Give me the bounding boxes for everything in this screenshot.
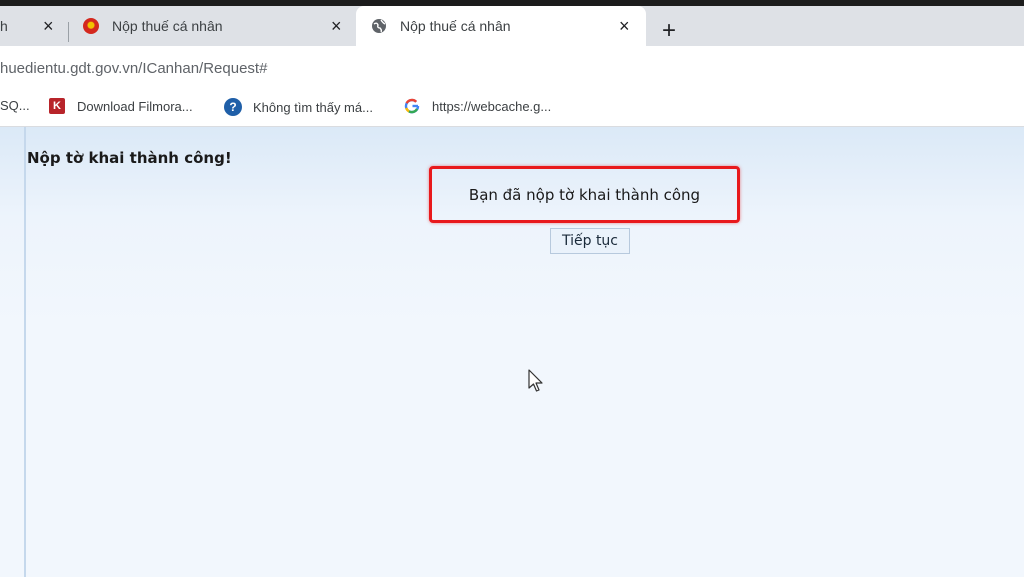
- close-icon[interactable]: ×: [43, 17, 54, 35]
- tab-previous[interactable]: h ×: [0, 6, 68, 46]
- globe-icon: [371, 18, 387, 37]
- tab-label: Nộp thuế cá nhân: [400, 18, 511, 34]
- help-circle-icon: ?: [224, 98, 242, 116]
- bookmark-label: SQ...: [0, 98, 30, 113]
- url-text[interactable]: huedientu.gdt.gov.vn/ICanhan/Request#: [0, 60, 267, 77]
- tab-nop-thue-1[interactable]: Nộp thuế cá nhân ×: [72, 6, 354, 46]
- bookmark-download-filmora[interactable]: K Download Filmora...: [49, 98, 193, 114]
- page-content: Nộp tờ khai thành công! Bạn đã nộp tờ kh…: [0, 127, 1024, 577]
- tax-emblem-icon: [83, 18, 99, 34]
- bookmark-label: Download Filmora...: [77, 98, 193, 114]
- close-icon[interactable]: ×: [619, 17, 630, 35]
- tab-label: Nộp thuế cá nhân: [112, 18, 223, 34]
- address-bar[interactable]: huedientu.gdt.gov.vn/ICanhan/Request#: [0, 46, 1024, 90]
- continue-button[interactable]: Tiếp tục: [550, 228, 630, 254]
- bookmarks-bar: SQ... K Download Filmora... ? Không tìm …: [0, 90, 1024, 127]
- bookmark-label: https://webcache.g...: [432, 98, 552, 114]
- tab-nop-thue-2[interactable]: Nộp thuế cá nhân ×: [356, 6, 646, 46]
- tab-separator: [68, 22, 69, 42]
- bookmark-label: Không tìm thấy má...: [253, 99, 373, 115]
- tab-strip: h × Nộp thuế cá nhân × Nộp thuế cá nhân …: [0, 6, 1024, 46]
- close-icon[interactable]: ×: [331, 17, 342, 35]
- page-title: Nộp tờ khai thành công!: [27, 149, 232, 167]
- success-notice: Bạn đã nộp tờ khai thành công: [429, 166, 740, 223]
- bookmark-khong-tim-thay[interactable]: ? Không tìm thấy má...: [224, 98, 373, 116]
- bookmark-sq[interactable]: SQ...: [0, 98, 30, 113]
- google-g-icon: [404, 98, 420, 114]
- bookmark-webcache[interactable]: https://webcache.g...: [404, 98, 551, 114]
- tab-label: h: [0, 18, 8, 34]
- mouse-cursor-icon: [528, 369, 544, 398]
- content-left-border: [24, 127, 26, 577]
- success-message: Bạn đã nộp tờ khai thành công: [468, 185, 701, 204]
- new-tab-button[interactable]: +: [662, 19, 676, 43]
- k-logo-icon: K: [49, 98, 65, 114]
